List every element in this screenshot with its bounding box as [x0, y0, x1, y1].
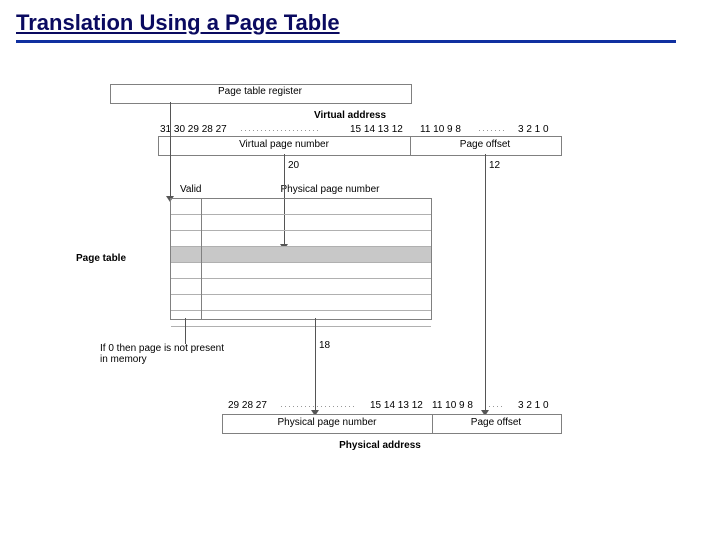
ppn-width-label: 18	[319, 340, 330, 351]
page-table-register-label: Page table register	[210, 86, 310, 97]
va-bits-right2: 3 2 1 0	[518, 124, 549, 135]
offset-width-label: 12	[489, 160, 500, 171]
valid-column	[201, 199, 202, 319]
slide: Translation Using a Page Table Page tabl…	[0, 0, 720, 540]
virtual-address-label: Virtual address	[290, 110, 410, 121]
pa-bits-left: 29 28 27	[228, 400, 267, 411]
pa-dots-1: ···················	[280, 401, 356, 411]
physical-address-label: Physical address	[310, 440, 450, 451]
ptbr-pointer	[170, 102, 171, 198]
ppn-label: Physical page number	[222, 417, 432, 428]
slide-title: Translation Using a Page Table	[16, 10, 340, 36]
vpn-width-label: 20	[288, 160, 299, 171]
va-offset-label: Page offset	[410, 139, 560, 150]
pa-bits-right1: 11 10 9 8	[432, 400, 473, 411]
ppn-column-label: Physical page number	[250, 184, 410, 195]
ppn-out-arrow	[315, 318, 316, 412]
pa-bits-right2: 3 2 1 0	[518, 400, 549, 411]
valid-label: Valid	[180, 184, 202, 195]
not-present-label: If 0 then page is not present in memory	[100, 343, 230, 365]
address-translation-diagram: Page table register Virtual address 31 3…	[110, 78, 640, 498]
title-underline	[16, 40, 676, 43]
pa-dots-2: ····	[488, 401, 504, 411]
page-table-label: Page table	[76, 253, 166, 264]
pa-offset-label: Page offset	[432, 417, 560, 428]
page-table	[170, 198, 432, 320]
va-bits-mid: 15 14 13 12	[350, 124, 403, 135]
offset-width-arrow	[485, 154, 486, 414]
va-dots-2: ·······	[478, 125, 506, 135]
valid-check-arrow	[185, 318, 186, 344]
vpn-label: Virtual page number	[158, 139, 410, 150]
pa-bits-mid: 15 14 13 12	[370, 400, 423, 411]
va-bits-right1: 11 10 9 8	[420, 124, 461, 135]
vpn-width-arrow	[284, 154, 285, 184]
va-dots-1: ····················	[240, 125, 320, 135]
